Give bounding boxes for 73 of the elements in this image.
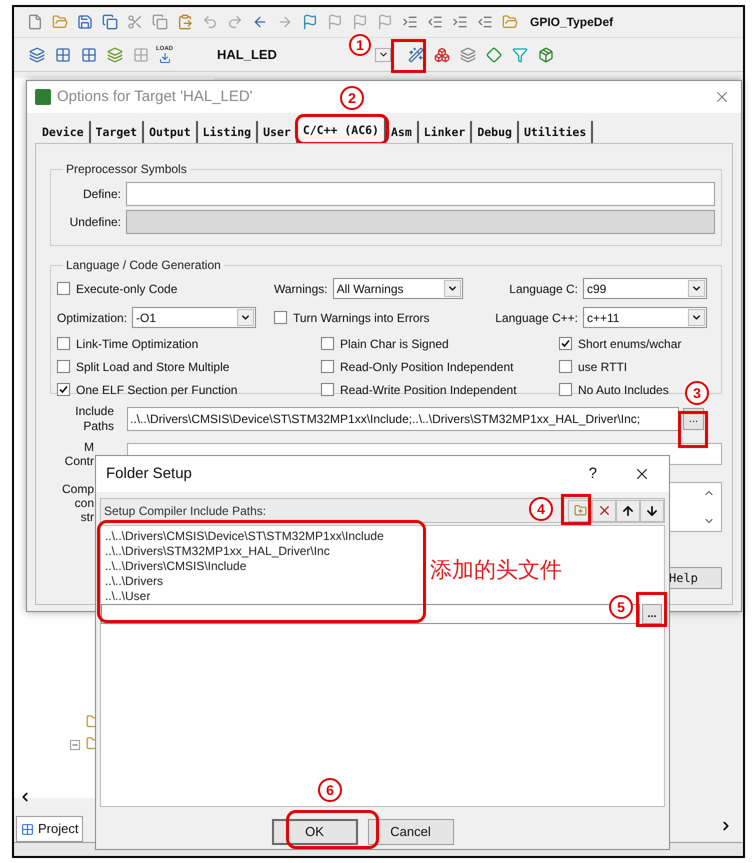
field-label: Undefine: (68, 214, 121, 231)
highlight-frame (678, 411, 708, 448)
new-folder-button[interactable] (568, 500, 592, 522)
dropdown-label: Language C++: (495, 310, 578, 326)
field-label: Contr (64, 454, 94, 468)
checkbox-label: No Auto Includes (578, 382, 669, 398)
checkbox-label: Turn Warnings into Errors (293, 310, 430, 326)
checkbox[interactable] (559, 360, 572, 373)
list-item[interactable]: ..\..\User (101, 589, 150, 604)
bottom-tab[interactable]: Project (16, 816, 84, 842)
checkbox-label: Short enums/wchar (578, 336, 682, 352)
annotation-note: 添加的头文件 (430, 556, 562, 584)
app-icon (35, 89, 51, 105)
checkbox[interactable] (57, 337, 70, 350)
highlight-frame (636, 592, 667, 627)
checkbox-label: Plain Char is Signed (340, 336, 449, 352)
checkbox-label: One ELF Section per Function (76, 382, 238, 398)
check-icon (59, 385, 68, 394)
input-field[interactable]: ..\..\Drivers\CMSIS\Device\ST\STM32MP1xx\Include;..\..\Drivers\STM32MP1xx_HAL_Driver\Inc; (127, 407, 679, 431)
checkbox-label: Split Load and Store Multiple (76, 358, 230, 376)
dialog-button[interactable]: OK (272, 819, 358, 845)
window-title: Options for Target 'HAL_LED' (57, 86, 253, 107)
move-down-button[interactable] (640, 500, 664, 522)
dropdown-label: Warnings: (274, 280, 328, 298)
field-label: Comp (62, 482, 94, 496)
checkbox[interactable] (321, 383, 334, 396)
target-field[interactable]: HAL_LED (217, 44, 339, 64)
window-title: Folder Setup (106, 464, 192, 484)
checkbox-label: use RTTI (578, 358, 628, 376)
help-button[interactable]: ? (588, 462, 597, 486)
check-icon (561, 339, 570, 348)
field-label: Define: (82, 186, 121, 203)
dropdown[interactable]: c99 (583, 278, 707, 299)
list-item[interactable]: ..\..\Drivers\CMSIS\Include (101, 559, 246, 574)
dropdown[interactable]: c++11 (583, 307, 707, 328)
dropdown[interactable]: All Warnings (332, 278, 463, 299)
list-item[interactable]: ..\..\Drivers\STM32MP1xx_HAL_Driver\Inc (101, 544, 330, 559)
field-label: str (80, 510, 94, 524)
list-label: Setup Compiler Include Paths: (104, 502, 266, 520)
checkbox-label: Read-Write Position Independent (340, 382, 517, 398)
checkbox-label: Link-Time Optimization (76, 336, 198, 352)
checkbox[interactable] (321, 360, 334, 373)
highlight-frame (391, 39, 426, 73)
field-label: con (74, 496, 94, 510)
input-field[interactable] (126, 182, 715, 206)
list-item[interactable]: ..\..\Drivers (101, 574, 164, 589)
checkbox[interactable] (321, 337, 334, 350)
dropdown-label: Optimization: (57, 310, 128, 326)
dialog-button[interactable]: Cancel (368, 819, 454, 845)
list-item[interactable]: ..\..\Drivers\CMSIS\Device\ST\STM32MP1xx\Include (101, 529, 384, 544)
checkbox-label: Read-Only Position Independent (340, 358, 514, 376)
folder-plus-icon (574, 504, 586, 517)
field-label: Include Paths (74, 404, 114, 434)
download-icon (158, 52, 170, 64)
move-up-button[interactable] (616, 500, 640, 522)
tab[interactable]: C/C++ (AC6) (298, 117, 386, 144)
symbol-field[interactable]: GPIO_TypeDef (530, 13, 614, 31)
group-title: Language / Code Generation (65, 257, 222, 274)
dropdown[interactable]: -O1 (132, 307, 256, 328)
checkbox[interactable] (57, 383, 70, 396)
collapse-icon (70, 740, 80, 750)
checkbox[interactable] (57, 360, 70, 373)
checkbox[interactable] (57, 282, 70, 295)
group-title: Preprocessor Symbols (65, 161, 188, 178)
checkbox[interactable] (274, 311, 287, 324)
highlight-frame (561, 494, 591, 525)
field-label: M (84, 440, 94, 454)
dropdown-label: Language C: (509, 280, 578, 298)
checkbox-label: Execute-only Code (76, 280, 178, 298)
browse-button[interactable]: ... (642, 604, 662, 624)
delete-button[interactable] (592, 500, 616, 522)
checkbox[interactable] (559, 383, 572, 396)
checkbox[interactable] (559, 337, 572, 350)
